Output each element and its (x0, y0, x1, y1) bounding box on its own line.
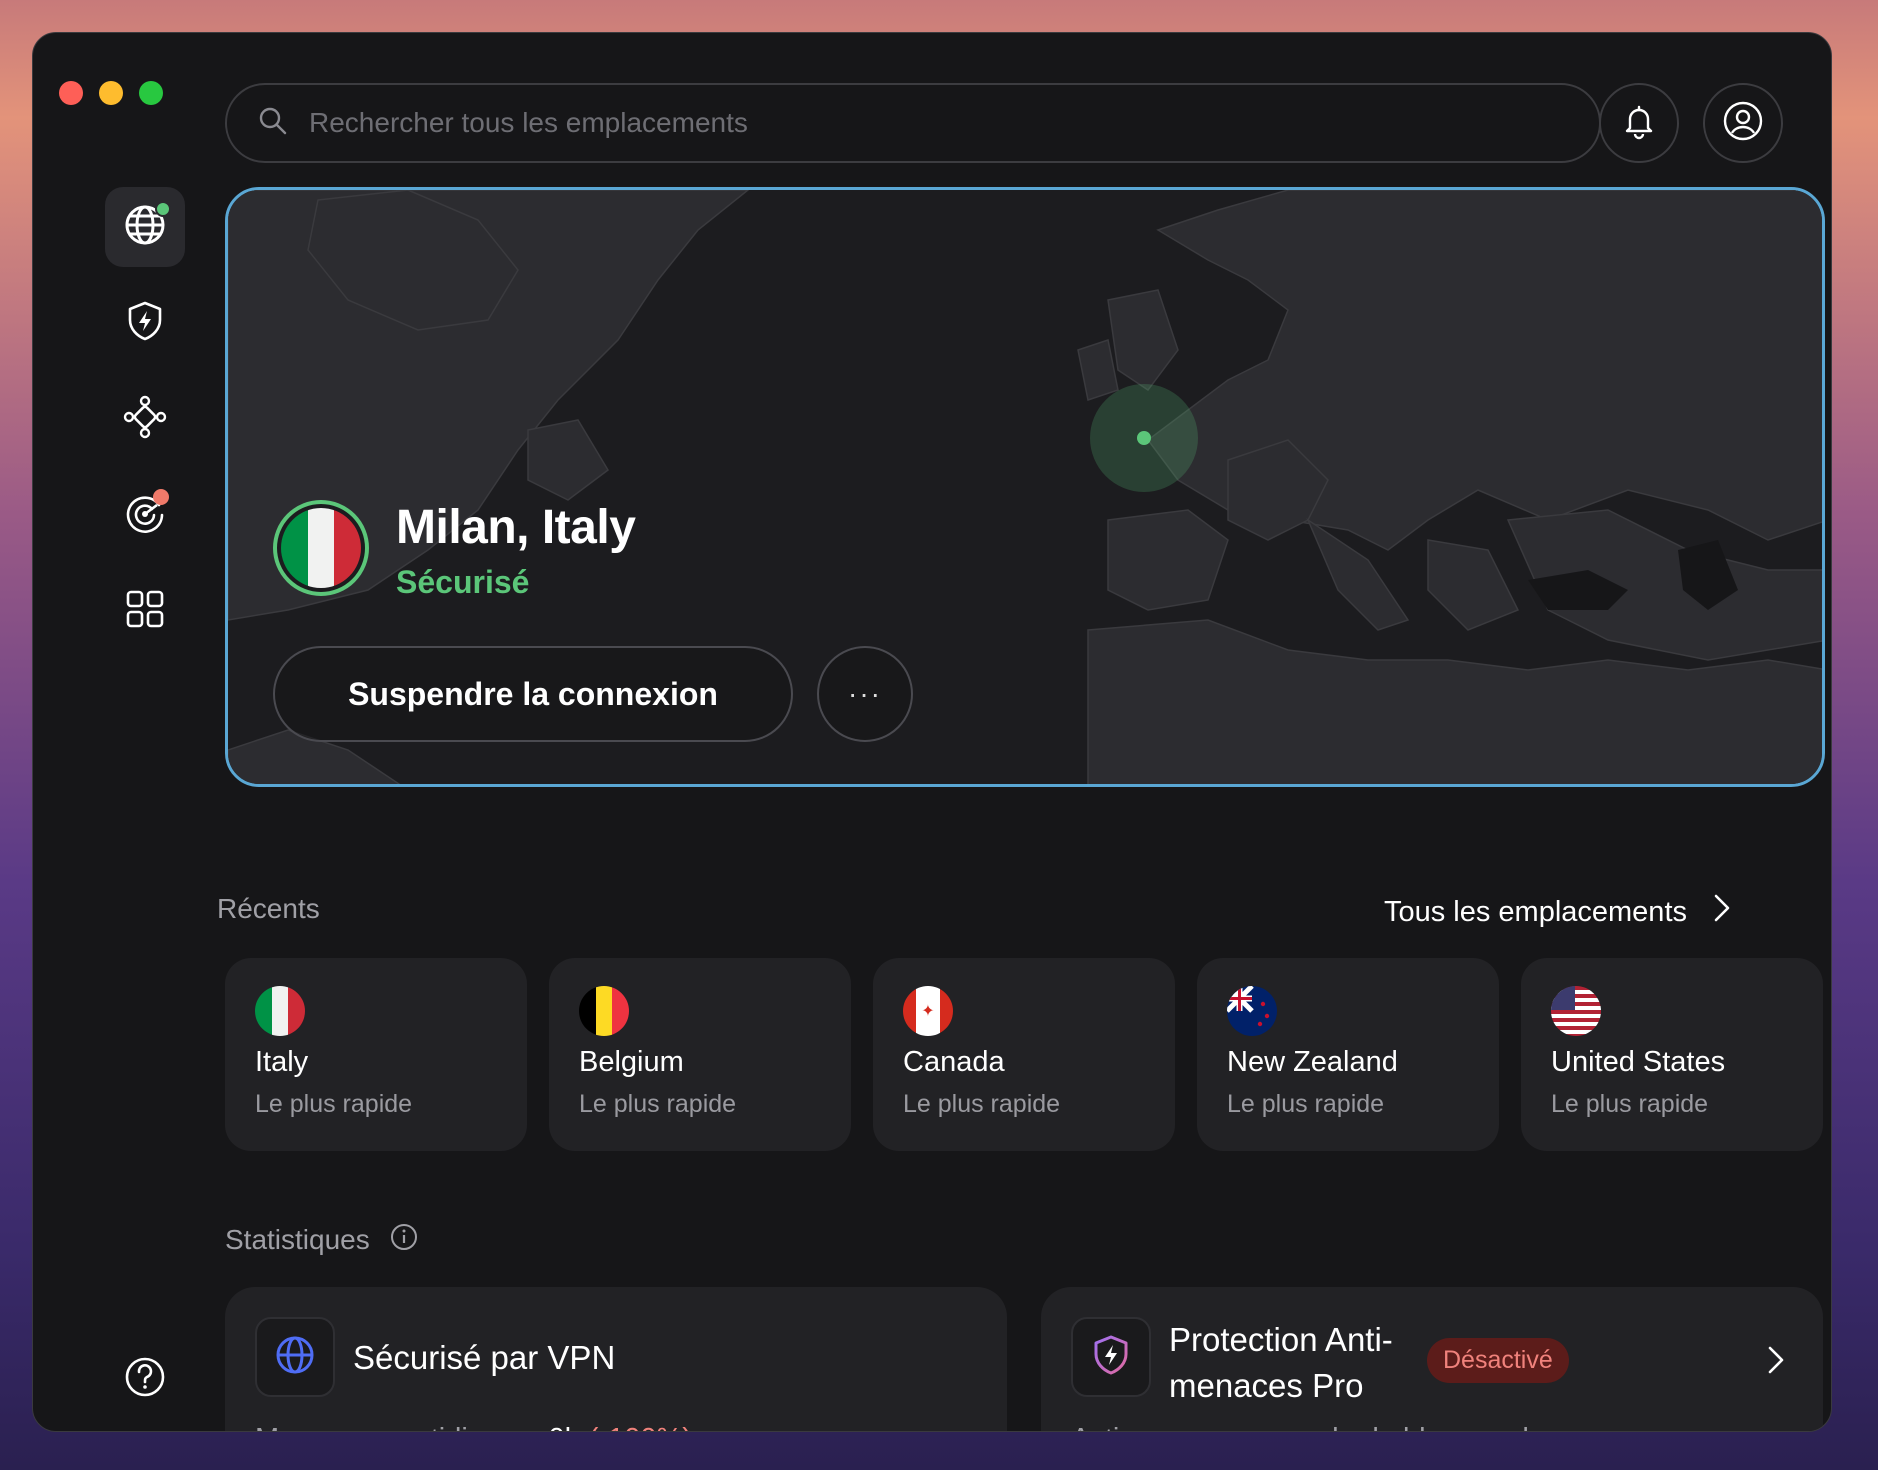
all-locations-label: Tous les emplacements (1383, 895, 1687, 928)
notifications-button[interactable] (1599, 83, 1679, 163)
help-icon (123, 1355, 167, 1404)
threat-icon-box (1071, 1317, 1151, 1397)
close-window-button[interactable] (59, 81, 83, 105)
sidebar-item-help[interactable] (105, 1339, 185, 1419)
statistics-heading-row: Statistiques (225, 1223, 418, 1256)
daily-average-label: Moyenne quotidienne: (255, 1423, 540, 1431)
sidebar-item-threat-protection[interactable] (105, 283, 185, 363)
connection-status: Sécurisé (396, 564, 530, 600)
location-subtitle: Le plus rapide (255, 1090, 413, 1118)
vpn-stats-card[interactable]: Sécurisé par VPN Moyenne quotidienne: 0h… (225, 1287, 1007, 1431)
alert-dot (153, 488, 169, 505)
new-zealand-flag-icon (1227, 986, 1277, 1036)
threat-protection-card[interactable]: Protection Anti- menaces Pro Désactivé A… (1041, 1287, 1823, 1431)
statistics-heading: Statistiques (225, 1223, 370, 1255)
zoom-window-button[interactable] (139, 81, 163, 105)
connected-location-title: Milan, Italy (396, 501, 636, 554)
location-name: Canada (903, 1046, 1005, 1078)
united-states-flag-icon (1551, 986, 1601, 1036)
belgium-flag-icon (579, 986, 629, 1036)
location-subtitle: Le plus rapide (903, 1090, 1061, 1118)
sidebar-item-dark-web-monitor[interactable] (105, 475, 185, 555)
location-subtitle: Le plus rapide (1227, 1090, 1385, 1118)
connected-status-dot (155, 200, 171, 217)
search-icon (257, 105, 289, 142)
meshnet-icon (123, 395, 167, 444)
window-controls (59, 81, 163, 105)
location-pin-dot (1137, 431, 1151, 445)
location-name: United States (1551, 1046, 1726, 1078)
daily-average-row: Moyenne quotidienne: 0h (-100%) (255, 1423, 692, 1431)
app-window: Rechercher tous les emplacements Milan, … (32, 32, 1832, 1432)
globe-icon (273, 1333, 317, 1382)
account-button[interactable] (1703, 83, 1783, 163)
location-name: Italy (255, 1046, 309, 1078)
italy-flag-icon (273, 500, 369, 596)
location-subtitle: Le plus rapide (579, 1090, 737, 1118)
daily-average-value: 0h (548, 1423, 580, 1431)
globe-icon (123, 200, 171, 252)
user-avatar-icon (1721, 99, 1765, 148)
suspend-connection-button[interactable]: Suspendre la connexion (273, 646, 793, 742)
location-subtitle: Le plus rapide (1551, 1090, 1709, 1118)
recent-location-card[interactable]: New Zealand Le plus rapide (1197, 958, 1499, 1151)
sidebar-item-vpn[interactable] (105, 187, 185, 267)
location-name: New Zealand (1227, 1046, 1398, 1078)
recent-location-card[interactable]: Belgium Le plus rapide (549, 958, 851, 1151)
threat-title-line2: menaces Pro (1169, 1367, 1364, 1404)
vpn-icon-box (255, 1317, 335, 1397)
italy-flag-icon (255, 986, 305, 1036)
threat-title: Protection Anti- menaces Pro (1169, 1317, 1393, 1409)
location-name: Belgium (579, 1046, 684, 1078)
vpn-stats-title: Sécurisé par VPN (353, 1339, 616, 1376)
search-input[interactable]: Rechercher tous les emplacements (225, 83, 1601, 163)
recent-location-card[interactable]: Italy Le plus rapide (225, 958, 527, 1151)
info-icon[interactable] (390, 1223, 418, 1256)
connection-map-panel: Milan, Italy Sécurisé Suspendre la conne… (225, 187, 1825, 787)
more-options-button[interactable]: ··· (817, 646, 913, 742)
shield-bolt-icon (123, 299, 167, 348)
recent-location-card[interactable]: United States Le plus rapide (1521, 958, 1823, 1151)
daily-average-change: (-100%) (589, 1423, 692, 1431)
sidebar-item-apps[interactable] (105, 571, 185, 651)
minimize-window-button[interactable] (99, 81, 123, 105)
bell-icon (1619, 101, 1659, 146)
sidebar-item-meshnet[interactable] (105, 379, 185, 459)
grid-icon (125, 589, 165, 634)
threat-description: Activez pour reprendre le blocage des me… (1071, 1423, 1693, 1431)
canada-flag-icon: ✦ (903, 986, 953, 1036)
chevron-right-icon[interactable] (1767, 1345, 1785, 1380)
threat-title-line1: Protection Anti- (1169, 1321, 1393, 1358)
search-placeholder: Rechercher tous les emplacements (309, 107, 748, 138)
status-badge: Désactivé (1427, 1338, 1569, 1383)
recents-heading: Récents (217, 893, 320, 924)
radar-icon (123, 488, 169, 540)
chevron-right-icon (1713, 893, 1731, 931)
shield-bolt-icon (1089, 1333, 1133, 1382)
recent-location-card[interactable]: ✦ Canada Le plus rapide (873, 958, 1175, 1151)
all-locations-link[interactable]: Tous les emplacements (1384, 893, 1731, 931)
